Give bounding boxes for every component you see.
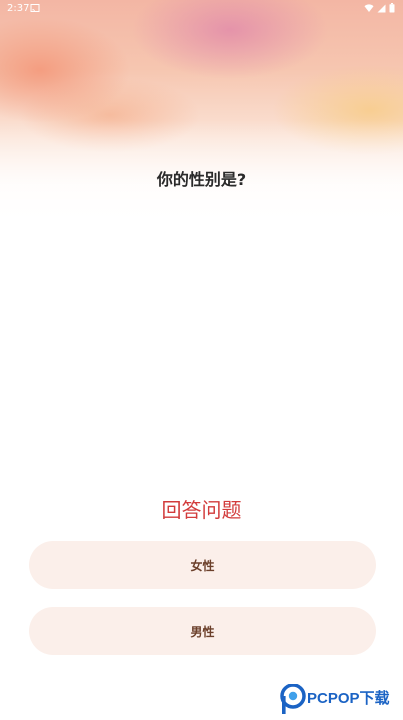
status-time: 2:37 [7, 3, 30, 14]
cast-icon [30, 4, 40, 12]
signal-icon [377, 4, 386, 13]
status-bar: 2:37 [0, 0, 403, 18]
wifi-icon [364, 4, 374, 12]
watermark-brand: PCPOP下载 [307, 687, 390, 708]
answer-section-title: 回答问题 [161, 498, 242, 522]
question-title: 你的性别是? [156, 170, 247, 189]
option-female-label: 女性 [190, 558, 215, 573]
watermark-brand-name: PCPOP [307, 690, 360, 707]
pcpop-logo-icon [280, 684, 306, 714]
battery-icon [389, 3, 395, 13]
option-male-label: 男性 [190, 624, 215, 639]
option-female-button[interactable]: 女性 [29, 541, 376, 589]
watermark: PCPOP下载 [280, 684, 402, 718]
option-male-button[interactable]: 男性 [29, 607, 376, 655]
status-icons [364, 3, 395, 13]
watermark-brand-suffix: 下载 [359, 690, 390, 707]
